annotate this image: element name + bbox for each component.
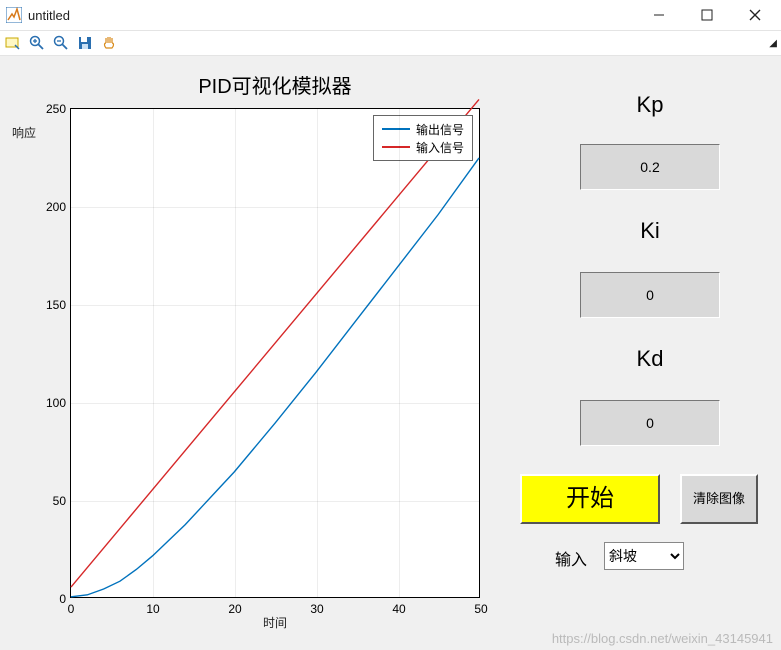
chart-title: PID可视化模拟器 [70, 70, 480, 99]
save-icon[interactable] [76, 34, 94, 52]
kd-label: Kd [560, 346, 740, 372]
toolbar-overflow-icon[interactable]: ◢ [769, 38, 777, 49]
x-tick-label: 20 [220, 602, 250, 616]
close-button[interactable] [735, 1, 775, 29]
kp-input[interactable] [580, 144, 720, 190]
zoom-in-icon[interactable] [28, 34, 46, 52]
legend-entry-input: 输入信号 [382, 138, 464, 156]
legend-entry-output: 输出信号 [382, 120, 464, 138]
maximize-button[interactable] [687, 1, 727, 29]
legend-swatch-input [382, 146, 410, 148]
legend-swatch-output [382, 128, 410, 130]
x-tick-label: 50 [466, 602, 496, 616]
kp-label: Kp [560, 92, 740, 118]
y-tick-label: 100 [36, 396, 66, 410]
watermark-text: https://blog.csdn.net/weixin_43145941 [552, 631, 773, 646]
figure-toolbar: ◢ [0, 30, 781, 56]
y-tick-label: 250 [36, 102, 66, 116]
chart-plot-area [71, 109, 479, 597]
input-signal-label: 输入 [555, 546, 587, 570]
ki-input[interactable] [580, 272, 720, 318]
window-controls [639, 1, 775, 29]
y-tick-label: 200 [36, 200, 66, 214]
y-axis-label: 响应 [12, 124, 36, 141]
matlab-icon [6, 7, 22, 23]
ki-label: Ki [560, 218, 740, 244]
x-tick-label: 40 [384, 602, 414, 616]
x-tick-label: 10 [138, 602, 168, 616]
clear-button[interactable]: 清除图像 [680, 474, 758, 524]
kd-input[interactable] [580, 400, 720, 446]
y-tick-label: 50 [36, 494, 66, 508]
pan-icon[interactable] [100, 34, 118, 52]
title-bar: untitled [0, 0, 781, 30]
y-tick-label: 150 [36, 298, 66, 312]
figure-canvas: PID可视化模拟器 响应 时间 输出信号 输入信号 01020304050050… [0, 56, 781, 650]
minimize-button[interactable] [639, 1, 679, 29]
arrow-picker-icon[interactable] [4, 34, 22, 52]
input-signal-select[interactable]: 斜坡 [604, 542, 684, 570]
y-tick-label: 0 [36, 592, 66, 606]
legend-label-output: 输出信号 [416, 121, 464, 138]
chart-legend[interactable]: 输出信号 输入信号 [373, 115, 473, 161]
start-button[interactable]: 开始 [520, 474, 660, 524]
legend-label-input: 输入信号 [416, 139, 464, 156]
x-axis-label: 时间 [70, 614, 480, 631]
x-tick-label: 30 [302, 602, 332, 616]
window-title: untitled [28, 8, 70, 23]
chart-axes[interactable]: 输出信号 输入信号 01020304050050100150200250 [70, 108, 480, 598]
zoom-out-icon[interactable] [52, 34, 70, 52]
